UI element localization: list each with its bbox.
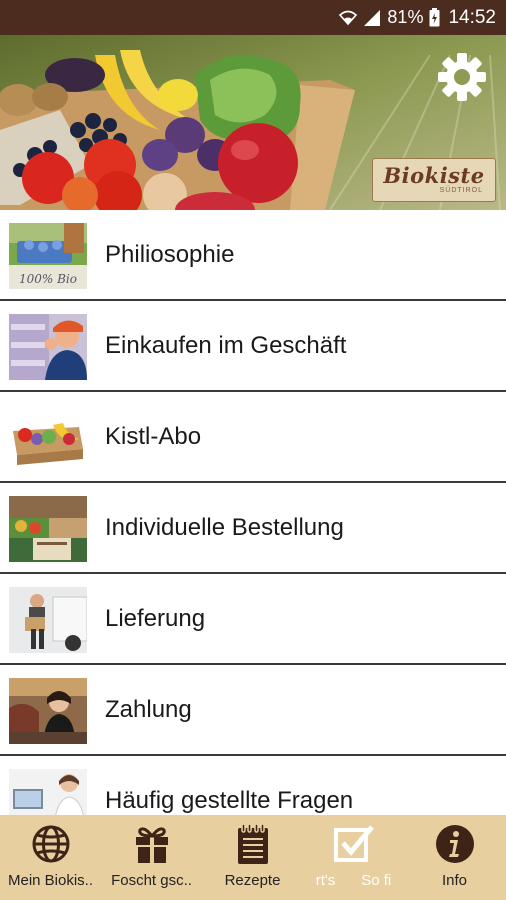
menu-item-zahlung[interactable]: Zahlung (0, 665, 506, 756)
faq-thumbnail (9, 769, 87, 815)
menu-item-kistl-abo[interactable]: Kistl-Abo (0, 392, 506, 483)
wifi-icon (339, 10, 358, 26)
nav-label: Info (441, 872, 468, 889)
info-icon (433, 822, 477, 866)
signal-icon (363, 9, 381, 27)
nav-mein-biokiste[interactable]: Mein Biokis.. (0, 815, 101, 900)
brand-subtitle: SÜDTIROL (439, 187, 483, 194)
battery-icon (429, 8, 440, 27)
thumb-caption: 100% Bio (19, 272, 77, 286)
menu-item-individuelle-bestellung[interactable]: Individuelle Bestellung (0, 483, 506, 574)
menu-item-label: Einkaufen im Geschäft (105, 332, 347, 359)
menu-item-lieferung[interactable]: Lieferung (0, 574, 506, 665)
einkaufen-thumbnail (9, 314, 87, 380)
menu-item-faq[interactable]: Häufig gestellte Fragen (0, 756, 506, 815)
nav-label: Mein Biokis.. (7, 872, 94, 889)
nav-label: rt's So fi (303, 872, 404, 889)
menu-item-label: Lieferung (105, 605, 206, 632)
nav-label: Rezepte (224, 872, 281, 889)
header-banner: Biokiste SÜDTIROL (0, 35, 506, 210)
nav-so-funktionierts[interactable]: rt's So fi (303, 815, 404, 900)
philosophie-thumbnail: 100% Bio (9, 223, 87, 289)
menu-item-label: Zahlung (105, 696, 192, 723)
nav-foscht[interactable]: Foscht gsc.. (101, 815, 202, 900)
clock: 14:52 (448, 6, 496, 28)
menu-item-label: Individuelle Bestellung (105, 514, 344, 541)
menu-item-label: Philiosophie (105, 241, 235, 268)
notepad-icon (231, 822, 275, 866)
brand-name: Biokiste (383, 163, 485, 188)
menu-item-label: Kistl-Abo (105, 423, 202, 450)
kistl-abo-thumbnail (9, 405, 87, 471)
checkbox-icon (332, 822, 376, 866)
nav-label: Foscht gsc.. (111, 872, 192, 889)
nav-rezepte[interactable]: Rezepte (202, 815, 303, 900)
menu-item-label: Häufig gestellte Fragen (105, 787, 354, 814)
battery-percent: 81% (387, 7, 424, 27)
lieferung-thumbnail (9, 587, 87, 653)
gift-icon (130, 822, 174, 866)
nav-label-active: So fi (361, 872, 392, 889)
menu-list: 100% Bio Philiosophie Einkaufen im Gesch… (0, 210, 506, 815)
nav-label-clipped: rt's (315, 872, 336, 889)
menu-item-philosophie[interactable]: 100% Bio Philiosophie (0, 210, 506, 301)
nav-info[interactable]: Info (404, 815, 505, 900)
bottom-navigation: Mein Biokis.. Foscht gsc.. Rezepte rt's … (0, 815, 506, 900)
settings-button[interactable] (434, 51, 490, 107)
biokiste-logo: Biokiste SÜDTIROL (372, 158, 496, 202)
gear-icon (437, 52, 487, 107)
globe-icon (29, 822, 73, 866)
menu-item-einkaufen[interactable]: Einkaufen im Geschäft (0, 301, 506, 392)
bestellung-thumbnail (9, 496, 87, 562)
status-bar: 81% 14:52 (0, 0, 506, 35)
zahlung-thumbnail (9, 678, 87, 744)
